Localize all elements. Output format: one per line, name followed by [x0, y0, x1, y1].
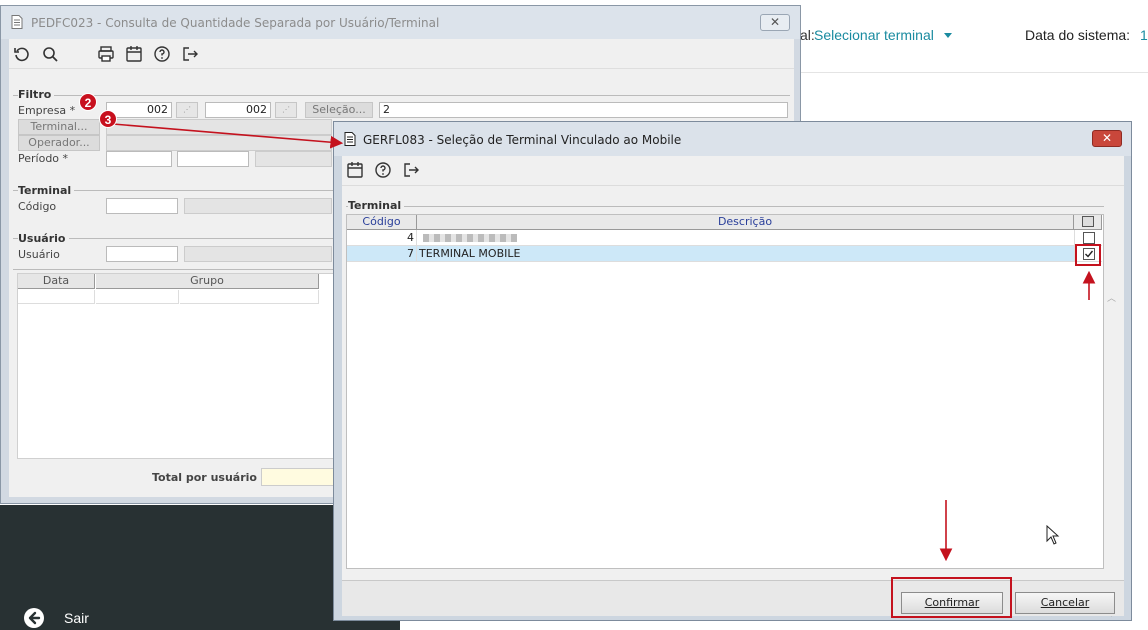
step-badge-2: 2: [79, 93, 97, 111]
arrow-to-terminal-dialog: [100, 122, 344, 149]
step-badge-3: 3: [99, 110, 117, 128]
annotation-arrows: [100, 122, 1096, 562]
mouse-cursor-icon: [1046, 525, 1060, 545]
